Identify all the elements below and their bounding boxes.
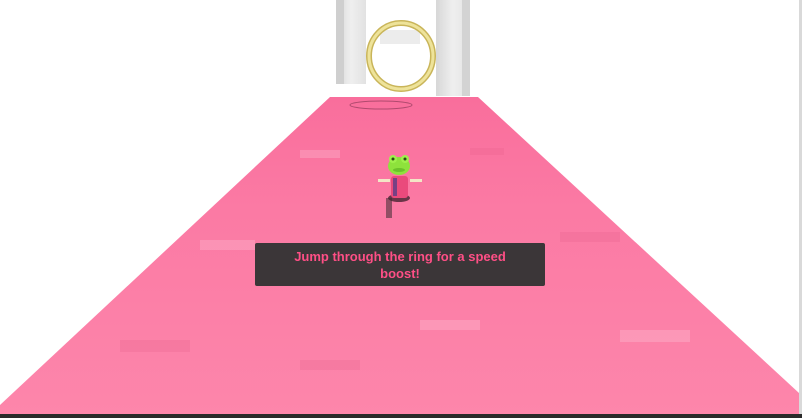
left-pillar: [336, 0, 366, 84]
distant-block: [380, 30, 420, 44]
tutorial-tip-text: Jump through the ring for a speed boost!: [294, 248, 506, 281]
bottom-edge: [0, 414, 802, 418]
game-world: [0, 0, 799, 418]
game-viewport[interactable]: Jump through the ring for a speed boost!: [0, 0, 802, 418]
tutorial-tip: Jump through the ring for a speed boost!: [255, 243, 545, 286]
right-pillar: [436, 0, 470, 96]
